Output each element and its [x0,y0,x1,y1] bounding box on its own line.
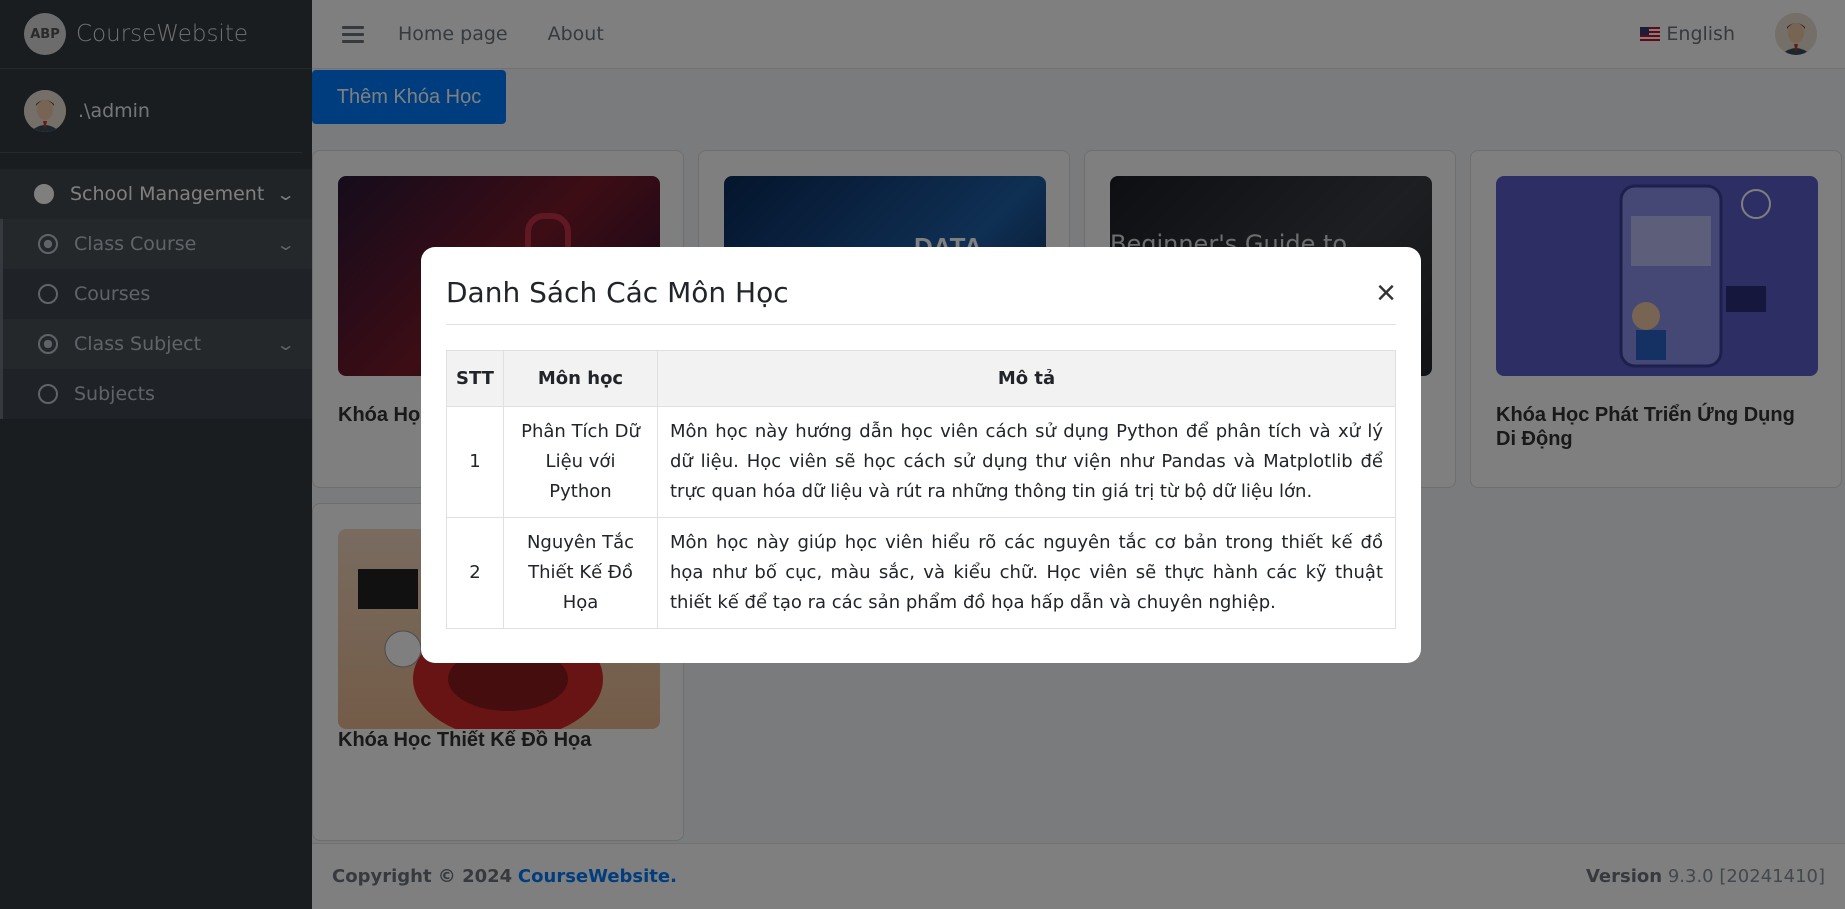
table-row: 2 Nguyên Tắc Thiết Kế Đồ Họa Môn học này… [446,517,1396,629]
cell-stt: 1 [446,406,504,518]
cell-stt: 2 [446,517,504,629]
column-header-stt: STT [446,350,504,407]
cell-subject: Phân Tích Dữ Liệu với Python [503,406,658,518]
cell-description: Môn học này hướng dẫn học viên cách sử d… [657,406,1396,518]
column-header-description: Mô tả [657,350,1396,407]
cell-subject: Nguyên Tắc Thiết Kế Đồ Họa [503,517,658,629]
modal-title: Danh Sách Các Môn Học [446,276,789,309]
close-icon[interactable]: × [1376,276,1396,310]
subjects-table: STT Môn học Mô tả 1 Phân Tích Dữ Liệu vớ… [446,350,1396,629]
cell-description: Môn học này giúp học viên hiểu rõ các ng… [657,517,1396,629]
subjects-modal: Danh Sách Các Môn Học × STT Môn học Mô t… [421,247,1421,663]
table-row: 1 Phân Tích Dữ Liệu với Python Môn học n… [446,406,1396,518]
column-header-subject: Môn học [503,350,658,407]
